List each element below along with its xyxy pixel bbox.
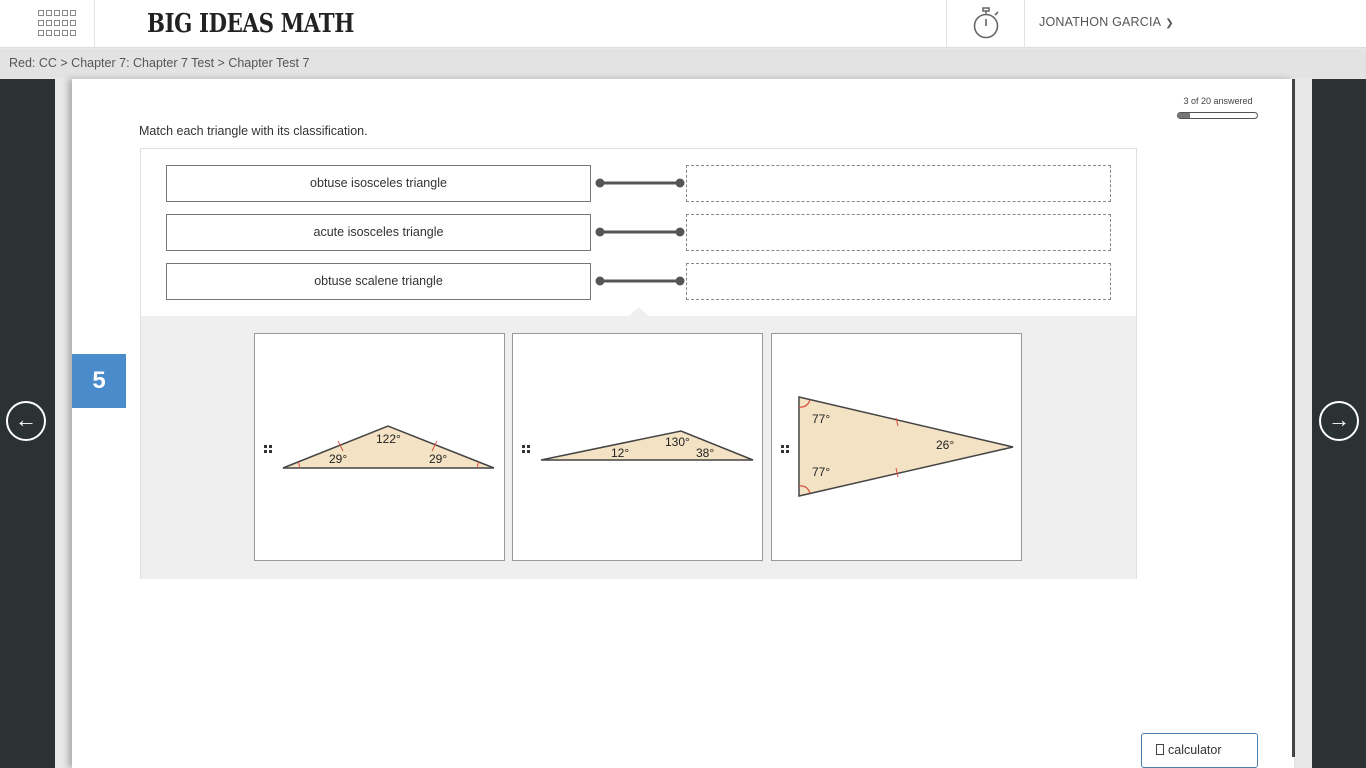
user-menu[interactable]: JONATHON GARCIA ❯ [1039,15,1174,29]
classification-label: obtuse scalene triangle [166,263,591,300]
angle-label: 12° [611,446,629,460]
draggable-triangle-card[interactable]: 122° 29° 29° [254,333,505,561]
triangle-figure: 130° 12° 38° [540,430,754,461]
calculator-label: calculator [1168,743,1222,757]
match-row: obtuse isosceles triangle [166,165,1112,202]
triangle-figure: 77° 77° 26° [798,396,1014,497]
previous-question-button[interactable]: ← [6,401,46,441]
angle-label: 38° [696,446,714,460]
breadcrumb: Red: CC > Chapter 7: Chapter 7 Test > Ch… [0,49,1366,78]
angle-label: 29° [329,452,347,466]
angle-label: 130° [665,435,690,449]
classification-label: obtuse isosceles triangle [166,165,591,202]
classification-label: acute isosceles triangle [166,214,591,251]
chevron-down-icon: ❯ [1165,18,1174,29]
angle-label: 26° [936,438,954,452]
arrow-right-icon: → [1328,407,1350,432]
question-prompt: Match each triangle with its classificat… [139,124,368,138]
angle-label: 29° [429,452,447,466]
apps-menu-button[interactable] [0,0,95,48]
answer-bank: 122° 29° 29° 130° 12° 38° 77° 77° 26° [141,307,1136,579]
draggable-triangle-card[interactable]: 77° 77° 26° [771,333,1022,561]
question-content: 3 of 20 answered 5 Match each triangle w… [72,79,1294,768]
previous-panel: ← [0,79,55,768]
scrollbar[interactable] [1292,79,1295,757]
angle-label: 77° [812,412,830,426]
question-number: 5 [72,354,126,408]
answer-drop-zone[interactable] [686,214,1111,251]
user-name: JONATHON GARCIA [1039,15,1162,29]
progress-bar [1177,112,1258,119]
angle-label: 77° [812,465,830,479]
answer-drop-zone[interactable] [686,263,1111,300]
timer-button[interactable] [946,0,1025,48]
next-panel: → [1312,79,1366,768]
calculator-button[interactable]: calculator [1141,733,1258,768]
arrow-left-icon: ← [15,407,37,432]
breadcrumb-text: Red: CC > Chapter 7: Chapter 7 Test > Ch… [9,56,310,70]
connector-line [595,276,685,286]
connector-line [595,227,685,237]
draggable-triangle-card[interactable]: 130° 12° 38° [512,333,763,561]
apps-grid-icon [38,10,78,38]
match-row: acute isosceles triangle [166,214,1112,251]
top-bar: BIG IDEAS MATH JONATHON GARCIA ❯ [0,0,1366,48]
progress-fill [1178,113,1190,118]
angle-label: 122° [376,432,401,446]
connector-line [595,178,685,188]
match-row: obtuse scalene triangle [166,263,1112,300]
bank-pointer [629,307,649,316]
progress-label: 3 of 20 answered [1183,96,1253,106]
matching-area: obtuse isosceles triangle acute isoscele… [140,148,1137,579]
next-question-button[interactable]: → [1319,401,1359,441]
answer-drop-zone[interactable] [686,165,1111,202]
brand-logo: BIG IDEAS MATH [147,9,354,39]
stopwatch-icon [973,7,999,39]
calculator-icon [1156,744,1164,755]
triangle-figure: 122° 29° 29° [282,425,495,469]
